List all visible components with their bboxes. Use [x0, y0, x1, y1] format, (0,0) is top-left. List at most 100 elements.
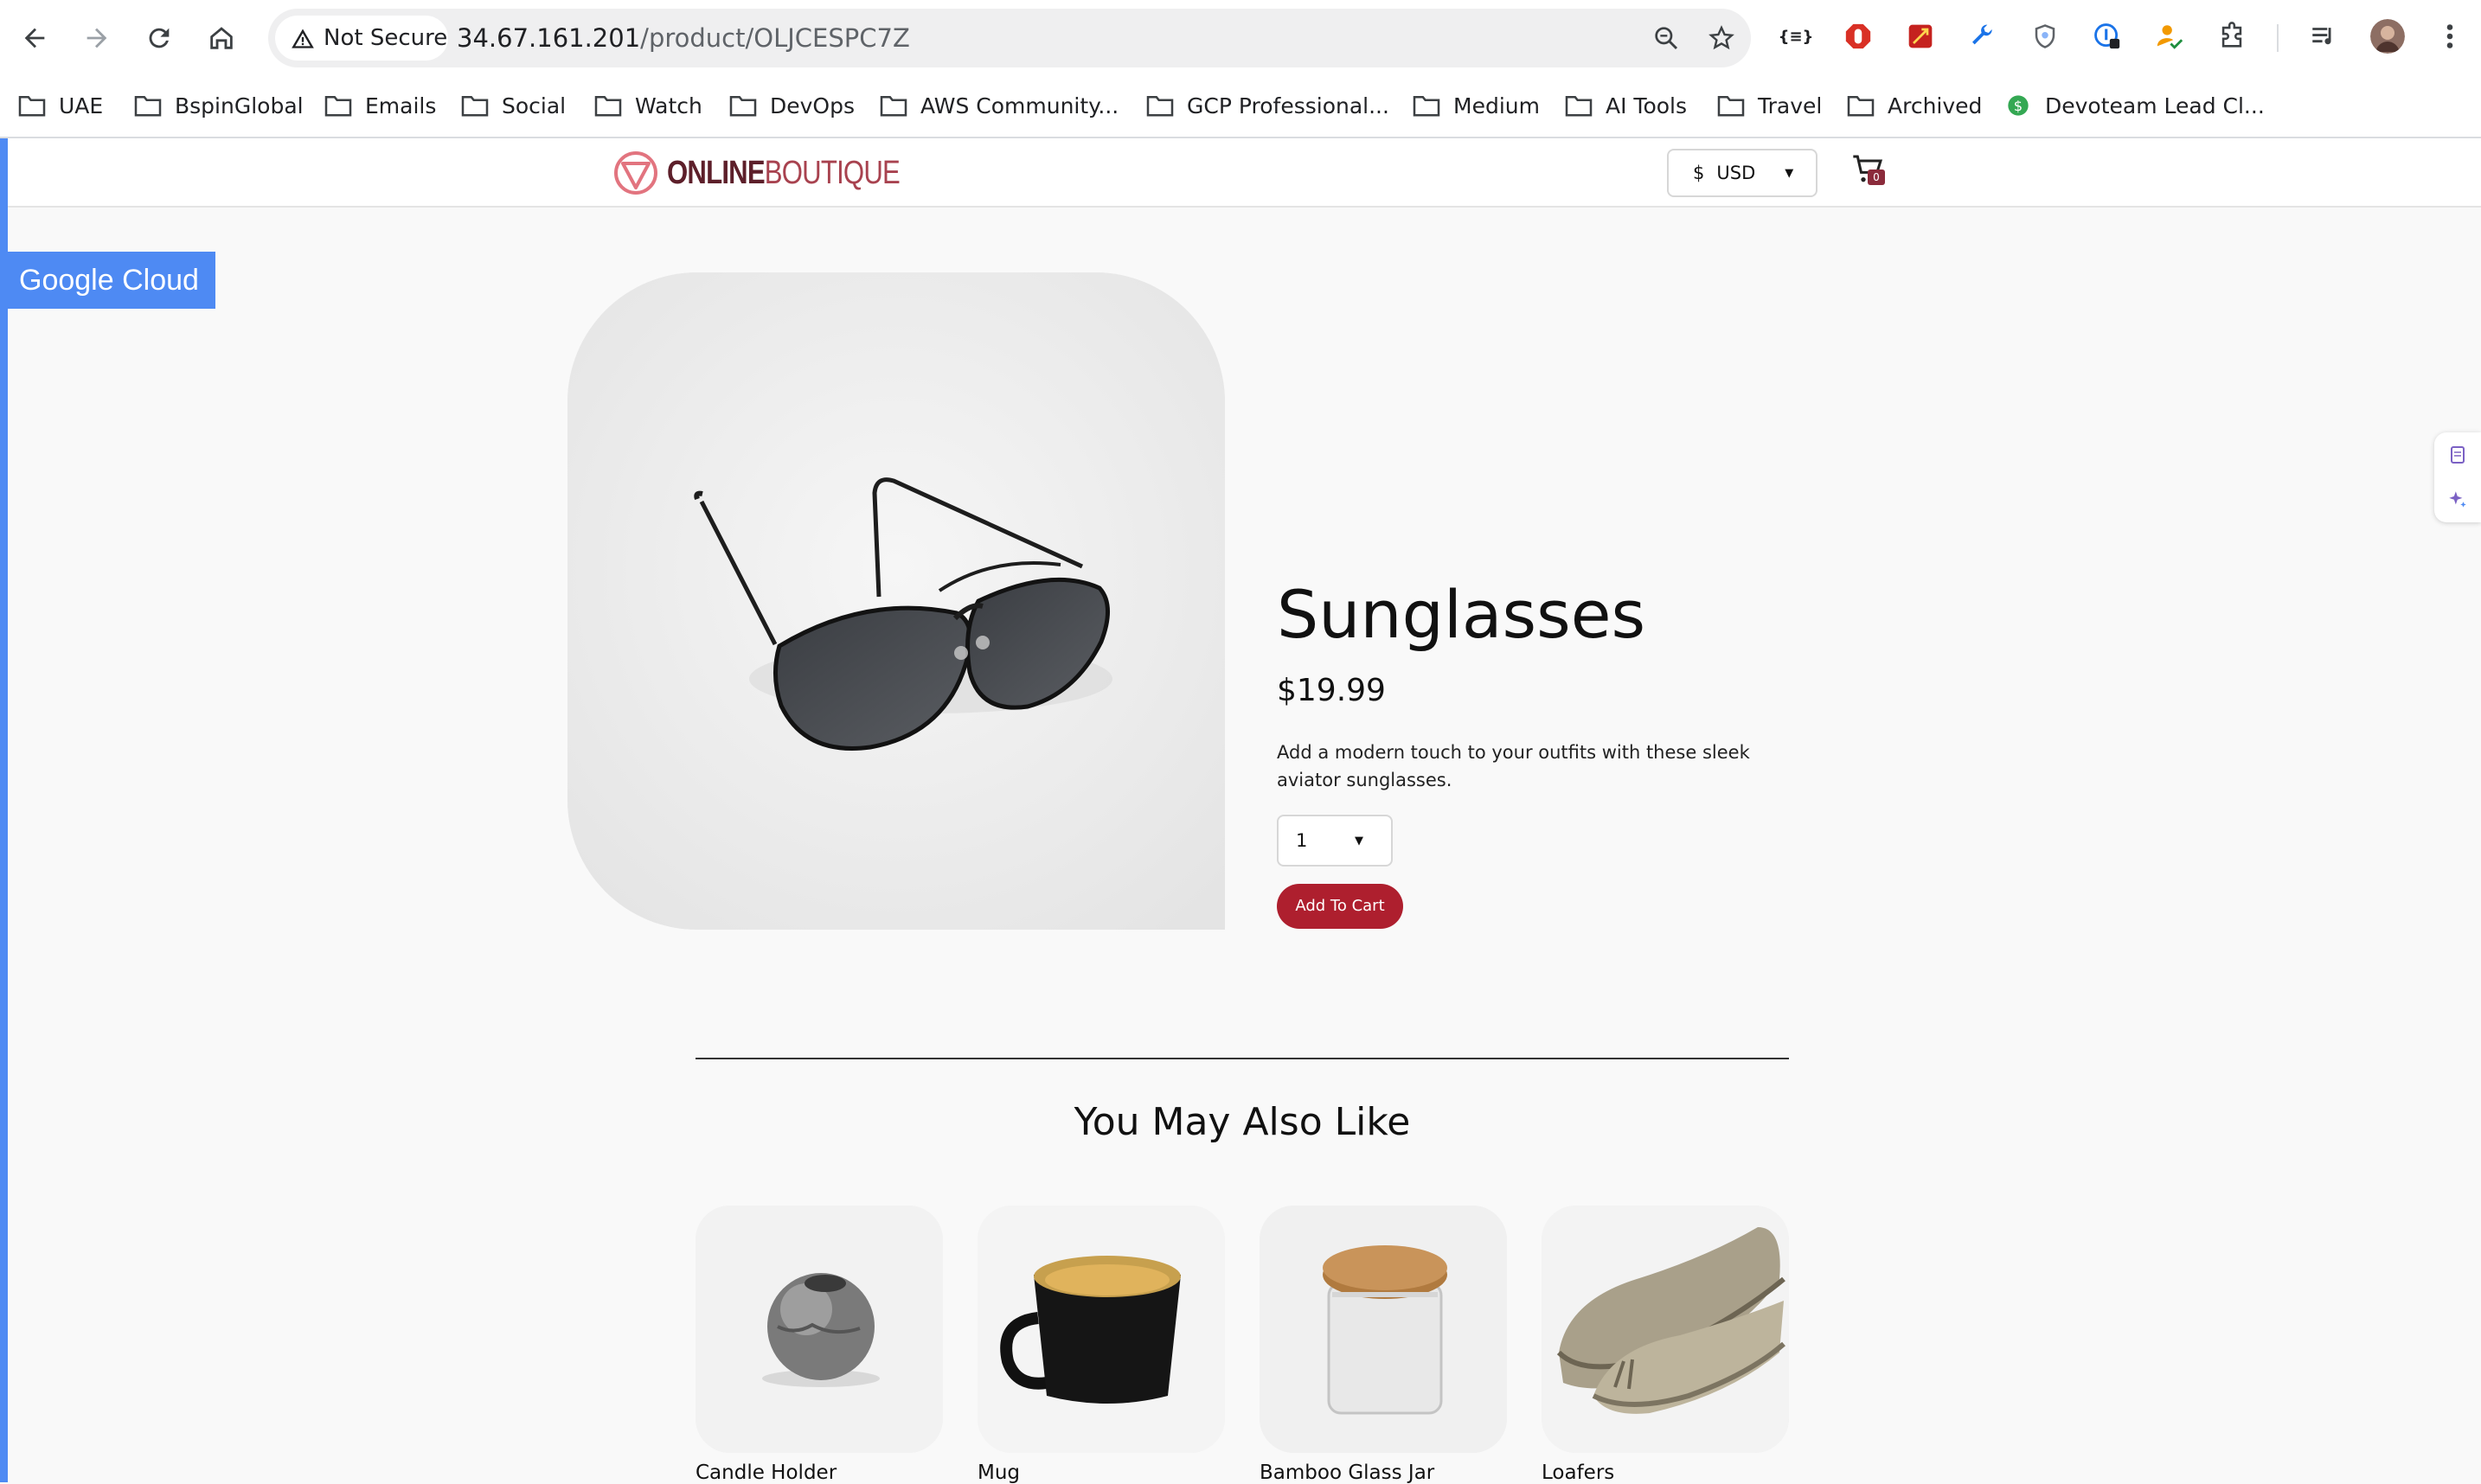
quantity-value: 1	[1296, 830, 1308, 851]
bookmark-folder[interactable]: Archived	[1846, 83, 1982, 128]
recommendation-image[interactable]	[1260, 1206, 1507, 1453]
cart-count-badge: 0	[1868, 170, 1885, 185]
profile-avatar[interactable]	[2370, 19, 2405, 54]
site-header: ONLINEBOUTIQUE $ USD ▼ 0	[8, 138, 2481, 208]
currency-symbol: $	[1693, 163, 1705, 183]
bookmark-link[interactable]: $ Devoteam Lead Cl...	[2003, 83, 2265, 128]
home-button[interactable]	[199, 16, 244, 61]
bookmark-folder[interactable]: UAE	[17, 83, 103, 128]
product-image	[567, 272, 1225, 930]
folder-icon	[461, 95, 489, 117]
folder-icon	[134, 95, 162, 117]
address-bar[interactable]: Not Secure 34.67.161.201/product/OLJCESP…	[268, 9, 1751, 67]
document-icon[interactable]	[2434, 432, 2481, 477]
folder-icon	[1847, 95, 1875, 117]
google-cloud-edge	[0, 138, 8, 1482]
svg-text:$: $	[2014, 98, 2023, 114]
currency-selector[interactable]: $ USD ▼	[1667, 149, 1817, 197]
toolbar-divider	[2277, 24, 2279, 52]
product-description: Add a modern touch to your outfits with …	[1277, 742, 1750, 790]
url-host: 34.67.161.201	[457, 23, 641, 53]
folder-icon	[324, 95, 352, 117]
adblock-extension-icon[interactable]	[1841, 19, 1875, 54]
bookmark-folder[interactable]: AI Tools	[1564, 83, 1687, 128]
recommendation-card[interactable]: Bamboo Glass Jar	[1260, 1206, 1507, 1484]
quantity-select[interactable]: 1 ▼	[1277, 815, 1393, 867]
arrow-left-icon	[24, 28, 45, 48]
recommendation-name[interactable]: Candle Holder	[696, 1462, 943, 1484]
reload-button[interactable]	[137, 16, 182, 61]
bookmark-folder[interactable]: Social	[460, 83, 566, 128]
security-indicator[interactable]: Not Secure	[275, 16, 448, 61]
recommendation-card[interactable]: Candle Holder	[696, 1206, 943, 1484]
bookmark-folder[interactable]: AWS Community...	[879, 83, 1119, 128]
browser-toolbar: Not Secure 34.67.161.201/product/OLJCESP…	[0, 0, 2481, 76]
folder-icon	[1413, 95, 1440, 117]
sparkle-icon[interactable]	[2434, 477, 2481, 522]
password-extension-icon[interactable]	[2090, 19, 2125, 54]
reload-icon	[149, 28, 170, 48]
bookmark-folder[interactable]: Travel	[1716, 83, 1822, 128]
shield-extension-icon[interactable]	[2028, 19, 2062, 54]
section-divider	[696, 1058, 1789, 1059]
zoom-icon[interactable]	[1651, 22, 1682, 54]
bookmark-folder[interactable]: DevOps	[728, 83, 855, 128]
person-check-extension-icon[interactable]	[2152, 19, 2187, 54]
recommendation-name[interactable]: Loafers	[1542, 1462, 1789, 1484]
logo-wordmark: ONLINEBOUTIQUE	[667, 155, 901, 191]
recommendation-image[interactable]	[1542, 1206, 1789, 1453]
bookmark-folder[interactable]: Emails	[324, 83, 436, 128]
page-viewport: ONLINEBOUTIQUE $ USD ▼ 0 Google Cloud Su…	[0, 138, 2481, 1484]
browser-chrome: Not Secure 34.67.161.201/product/OLJCESP…	[0, 0, 2481, 137]
loafers-illustration	[1542, 1206, 1789, 1453]
boutique-logo-icon	[614, 151, 657, 195]
mug-illustration	[978, 1206, 1225, 1453]
recommendation-name[interactable]: Bamboo Glass Jar	[1260, 1462, 1507, 1484]
caret-down-icon: ▼	[1785, 166, 1794, 180]
browser-menu-icon[interactable]	[2433, 19, 2467, 54]
json-extension-icon[interactable]: {≡}	[1779, 19, 1814, 54]
currency-code: USD	[1716, 163, 1756, 183]
bookmark-folder[interactable]: BspinGlobal	[133, 83, 304, 128]
bookmark-folder[interactable]: GCP Professional...	[1145, 83, 1389, 128]
recommendation-image[interactable]	[696, 1206, 943, 1453]
candle-holder-illustration	[696, 1206, 943, 1453]
site-logo[interactable]: ONLINEBOUTIQUE	[613, 150, 951, 195]
recommendation-card[interactable]: Loafers	[1542, 1206, 1789, 1484]
cart-button[interactable]: 0	[1850, 152, 1890, 192]
bookmark-folder[interactable]: Medium	[1412, 83, 1540, 128]
warning-icon	[292, 29, 314, 48]
arrow-right-icon	[87, 28, 107, 48]
caret-down-icon: ▼	[1355, 834, 1363, 848]
url-text[interactable]: 34.67.161.201/product/OLJCESPC7Z	[457, 9, 910, 67]
media-control-icon[interactable]	[2306, 19, 2341, 54]
red-extension-icon[interactable]	[1903, 19, 1938, 54]
dollar-site-icon: $	[2008, 95, 2029, 116]
home-icon	[210, 27, 233, 49]
extensions-puzzle-icon[interactable]	[2215, 19, 2249, 54]
url-path: /product/OLJCESPC7Z	[640, 23, 910, 53]
folder-icon	[1717, 95, 1745, 117]
bookmark-folder[interactable]: Watch	[593, 83, 702, 128]
bookmarks-bar: UAE BspinGlobal Emails Social Watch DevO…	[0, 83, 2481, 128]
product-title: Sunglasses	[1277, 576, 1646, 653]
recommendation-image[interactable]	[978, 1206, 1225, 1453]
sunglasses-illustration	[567, 272, 1225, 930]
forward-button[interactable]	[74, 16, 119, 61]
google-cloud-badge: Google Cloud	[8, 252, 215, 309]
folder-icon	[1146, 95, 1174, 117]
folder-icon	[18, 95, 46, 117]
recommendations-heading: You May Also Like	[1074, 1100, 1411, 1144]
folder-icon	[594, 95, 622, 117]
security-label: Not Secure	[324, 25, 448, 51]
add-to-cart-button[interactable]: Add To Cart	[1277, 884, 1403, 929]
wrench-extension-icon[interactable]	[1965, 19, 2000, 54]
product-price: $19.99	[1277, 673, 1386, 708]
bamboo-glass-jar-illustration	[1260, 1206, 1507, 1453]
bookmark-star-icon[interactable]	[1706, 22, 1737, 54]
back-button[interactable]	[12, 16, 57, 61]
folder-icon	[1565, 95, 1593, 117]
folder-icon	[880, 95, 907, 117]
recommendation-name[interactable]: Mug	[978, 1462, 1225, 1484]
recommendation-card[interactable]: Mug	[978, 1206, 1225, 1484]
